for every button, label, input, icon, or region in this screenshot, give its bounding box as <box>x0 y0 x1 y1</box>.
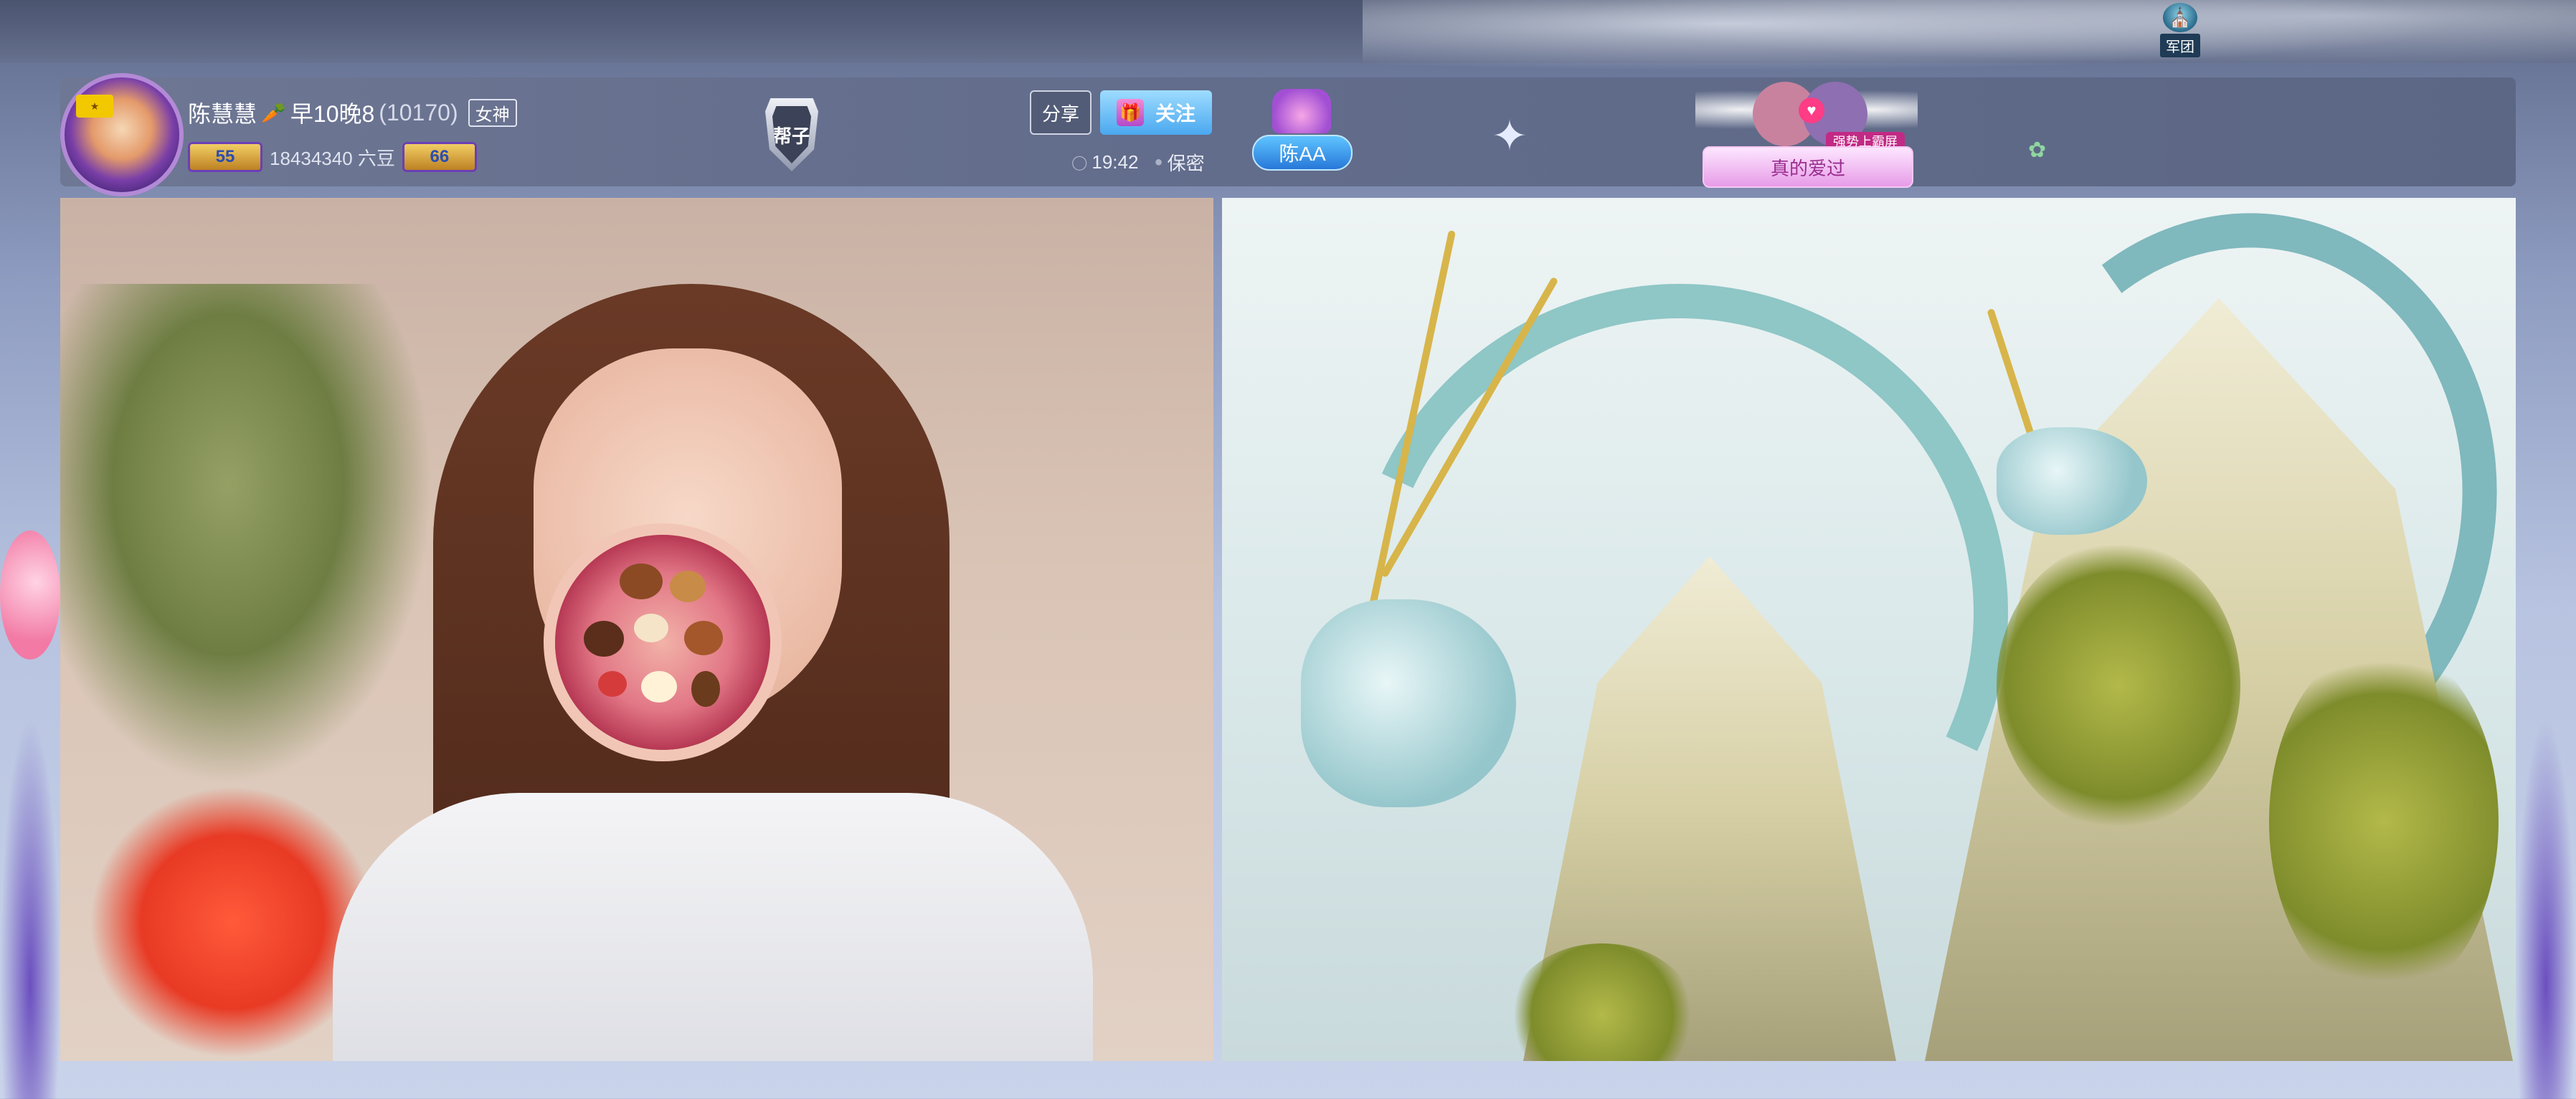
moss-cluster <box>1997 542 2240 829</box>
food-treat <box>598 671 627 697</box>
beans-count: 18434340 六豆 <box>270 147 395 169</box>
shield-badge[interactable]: 帮子 <box>757 93 826 176</box>
guard-name: 陈AA <box>1252 135 1353 171</box>
streamer-schedule: 早10晚8 <box>290 101 375 127</box>
love-banner[interactable]: ♥ 强势上霸屏 真的爱过 <box>1695 77 1918 188</box>
banner-main-text: 真的爱过 <box>1703 146 1913 188</box>
team-label: 军团 <box>2160 34 2200 57</box>
gift-icon: 🎁 <box>1116 99 1144 126</box>
stream-location: 保密 <box>1167 153 1205 174</box>
food-treat <box>670 571 706 602</box>
heart-icon: ♥ <box>1799 97 1824 123</box>
stream-time: 19:42 <box>1092 151 1139 173</box>
team-helmet-icon: ⛪ <box>2163 3 2197 32</box>
food-treat <box>641 671 677 703</box>
level-badge-left: 55 <box>188 142 262 172</box>
shield-icon: 帮子 <box>765 98 818 171</box>
streamer-header: ★ 陈慧慧 🥕 早10晚8 (10170) 女神 55 18434340 六豆 … <box>60 73 2516 196</box>
food-treat <box>691 671 720 707</box>
streamer-figure <box>333 262 1107 1061</box>
stream-meta: ◯ 19:42 ● 保密 <box>1071 149 1205 176</box>
dragon-animation-video[interactable] <box>1222 198 2516 1061</box>
guard-crown-icon <box>1272 89 1331 133</box>
dragon-head-left <box>1301 599 1516 807</box>
food-treat <box>620 563 663 599</box>
follow-label: 关注 <box>1155 103 1195 125</box>
share-button[interactable]: 分享 <box>1030 90 1092 135</box>
level-badge-right: 66 <box>402 142 477 172</box>
team-button[interactable]: ⛪ 军团 <box>2151 3 2209 57</box>
location-pin-icon: ● <box>1154 154 1163 170</box>
sparkle-icon: ✿ <box>2028 138 2047 162</box>
location-item: ● 保密 <box>1154 149 1204 176</box>
avatar-level-badge: ★ <box>76 95 113 118</box>
couple-avatars: ♥ 强势上霸屏 <box>1753 82 1905 151</box>
streamer-shirt <box>333 793 1093 1061</box>
room-id: (10170) <box>379 99 458 125</box>
streamer-name-row: 陈慧慧 🥕 早10晚8 (10170) 女神 <box>188 96 517 129</box>
food-treat <box>684 621 723 655</box>
time-item: ◯ 19:42 <box>1071 149 1138 176</box>
follow-button[interactable]: 🎁 关注 <box>1100 90 1212 135</box>
sky-clouds <box>1363 0 2576 79</box>
moss-cluster <box>2269 642 2499 1001</box>
clock-icon: ◯ <box>1071 155 1088 171</box>
food-treat <box>584 621 624 657</box>
top-bar: ⛪ 军团 <box>0 0 2576 79</box>
streamer-video[interactable] <box>60 198 1213 1061</box>
guard-badge[interactable]: 陈AA <box>1248 89 1354 175</box>
mouth-filter-effect <box>555 535 770 750</box>
streamer-tag: 女神 <box>468 98 517 127</box>
bird-icon[interactable]: ✦ <box>1470 108 1549 165</box>
pink-balloon-decoration <box>0 531 60 660</box>
carrot-icon: 🥕 <box>261 101 286 124</box>
left-flowers-decoration <box>0 717 60 1099</box>
dragon-head-right <box>1997 427 2147 535</box>
shield-badge-text: 帮子 <box>772 106 811 163</box>
level-row: 55 18434340 六豆 66 <box>188 142 477 172</box>
food-treat <box>634 614 668 642</box>
streamer-name: 陈慧慧 <box>188 101 257 127</box>
right-flowers-decoration <box>2516 717 2576 1099</box>
avatar[interactable]: ★ <box>60 73 184 196</box>
